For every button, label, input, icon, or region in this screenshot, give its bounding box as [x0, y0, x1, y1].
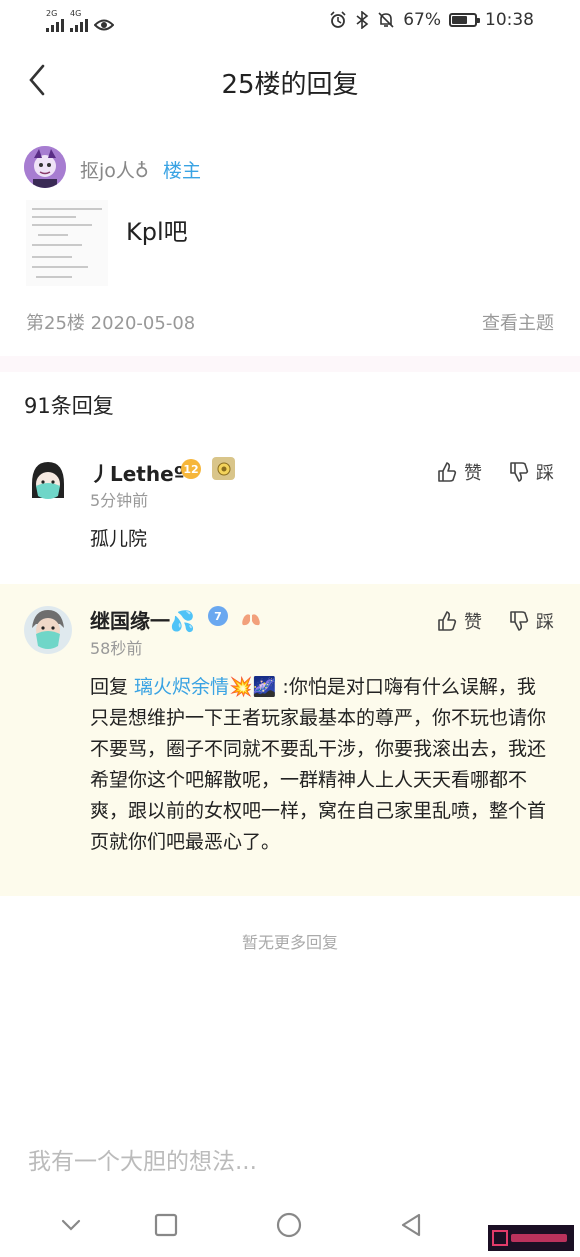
clock: 10:38: [485, 10, 534, 30]
signal-icon: [46, 18, 64, 32]
top-nav: 25楼的回复: [0, 50, 580, 110]
battery-percent: 67%: [403, 10, 441, 30]
signal-4g: 4G: [70, 10, 88, 32]
thumb-down-icon: [510, 611, 529, 631]
network-type-2: 4G: [70, 9, 82, 18]
status-bar: 2G 4G 67% 10:38: [0, 0, 580, 44]
op-badge: 楼主: [163, 160, 202, 182]
floor-info: 第25楼 2020-05-08: [26, 313, 196, 334]
dislike-label: 踩: [536, 612, 554, 633]
comment-time: 58秒前: [90, 639, 143, 658]
home-circle-icon[interactable]: [276, 1212, 302, 1238]
like-button[interactable]: 赞: [436, 608, 482, 634]
thumb-up-icon: [438, 611, 457, 631]
page-title: 25楼的回复: [221, 70, 359, 100]
commenter-name[interactable]: 丿Letheº: [90, 458, 185, 487]
like-label: 赞: [464, 463, 482, 484]
reply-count: 91条回复: [24, 394, 114, 418]
recents-square-icon[interactable]: [153, 1212, 179, 1238]
watermark-logo: [488, 1225, 574, 1251]
mute-bell-icon: [378, 12, 394, 28]
alarm-icon: [330, 11, 346, 28]
op-avatar[interactable]: [24, 146, 66, 188]
status-left: 2G 4G: [46, 10, 114, 32]
comment-time: 5分钟前: [90, 491, 149, 510]
commenter-avatar[interactable]: [24, 458, 72, 506]
bluetooth-icon: [356, 11, 369, 29]
thumb-down-icon: [510, 462, 529, 482]
thumb-up-icon: [438, 462, 457, 482]
signal-icon: [70, 18, 88, 32]
comment-text: :你怕是对口嗨有什么误解，我只是想维护一下王者玩家最基本的尊严，你不玩也请你不要…: [90, 676, 547, 853]
like-button[interactable]: 赞: [436, 459, 482, 485]
mention-link[interactable]: 璃火烬余情💥🌌: [134, 676, 276, 698]
signal-2g: 2G: [46, 10, 64, 32]
post-text: Kpl吧: [126, 218, 188, 246]
no-more-replies: 暂无更多回复: [241, 933, 338, 952]
dislike-button[interactable]: 踩: [508, 459, 554, 485]
battery-icon: [449, 13, 480, 27]
dislike-label: 踩: [536, 463, 554, 484]
lungs-icon: [238, 604, 264, 628]
dislike-button[interactable]: 踩: [508, 608, 554, 634]
level-badge: 12: [181, 459, 201, 479]
status-right: 67% 10:38: [329, 10, 534, 30]
commenter-avatar[interactable]: [24, 606, 72, 654]
like-label: 赞: [464, 612, 482, 633]
comment-item: 丿Letheº 12 5分钟前 赞 踩 孤儿院: [0, 438, 580, 584]
level-badge: 7: [208, 606, 228, 626]
medal-icon: [212, 457, 235, 480]
post-image-thumbnail[interactable]: [26, 200, 108, 286]
view-topic-link[interactable]: 查看主题: [482, 309, 554, 335]
comment-body: 孤儿院: [90, 528, 148, 550]
back-triangle-icon[interactable]: [398, 1212, 424, 1238]
reply-input[interactable]: 我有一个大胆的想法...: [28, 1142, 257, 1176]
chevron-down-icon[interactable]: [58, 1212, 84, 1238]
network-type-1: 2G: [46, 9, 58, 18]
reply-prefix: 回复: [90, 676, 135, 698]
op-author-name[interactable]: 抠jo人♁: [80, 156, 149, 183]
comment-body: 回复 璃火烬余情💥🌌 :你怕是对口嗨有什么误解，我只是想维护一下王者玩家最基本的…: [90, 672, 552, 858]
section-divider: [0, 356, 580, 372]
commenter-name[interactable]: 继国缘一💦: [90, 605, 195, 634]
comment-item: 继国缘一💦 7 58秒前 赞 踩 回复 璃火烬余情💥🌌 :你怕是对口嗨有什么误解…: [0, 584, 580, 896]
eye-icon: [94, 19, 114, 31]
